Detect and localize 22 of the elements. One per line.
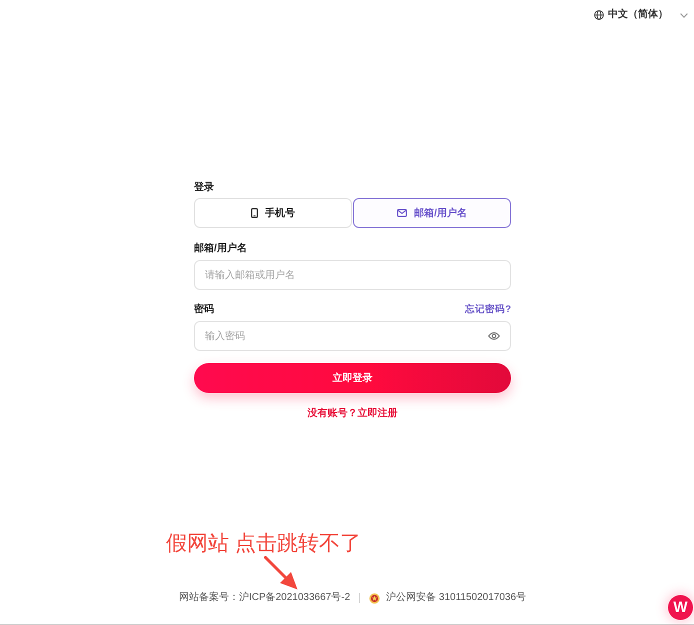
phone-icon [251, 208, 258, 218]
chevron-down-icon [680, 12, 688, 18]
login-button[interactable]: 立即登录 [194, 363, 511, 393]
password-field[interactable]: 输入密码 [194, 321, 511, 351]
login-heading: 登录 [194, 182, 214, 193]
eye-icon[interactable] [488, 332, 500, 340]
annotation-arrow [264, 556, 298, 590]
icp-record-link[interactable]: 网站备案号：沪ICP备2021033667号-2 [178, 592, 350, 604]
envelope-icon [397, 209, 408, 217]
login-method-tab[interactable]: 手机号 [194, 198, 352, 228]
forgot-password-link[interactable]: 忘记密码? [465, 304, 511, 316]
police-emblem-icon [369, 592, 380, 604]
field-label: 密码 [194, 304, 214, 316]
login-method-tab[interactable]: 邮箱/用户名 [353, 198, 511, 228]
field-label: 邮箱/用户名 [194, 243, 247, 255]
register-link[interactable]: 没有账号？立即注册 [308, 408, 398, 419]
floating-button[interactable]: W [668, 595, 693, 620]
language-selector[interactable]: 中文（简体） [592, 9, 690, 21]
police-record-link[interactable]: 沪公网安备 31011502017036号 [386, 592, 526, 604]
annotation-text: 假网站 点击跳转不了 [166, 531, 361, 557]
account-input-field[interactable]: 请输入邮箱或用户名 [194, 260, 511, 290]
globe-icon [594, 10, 604, 20]
